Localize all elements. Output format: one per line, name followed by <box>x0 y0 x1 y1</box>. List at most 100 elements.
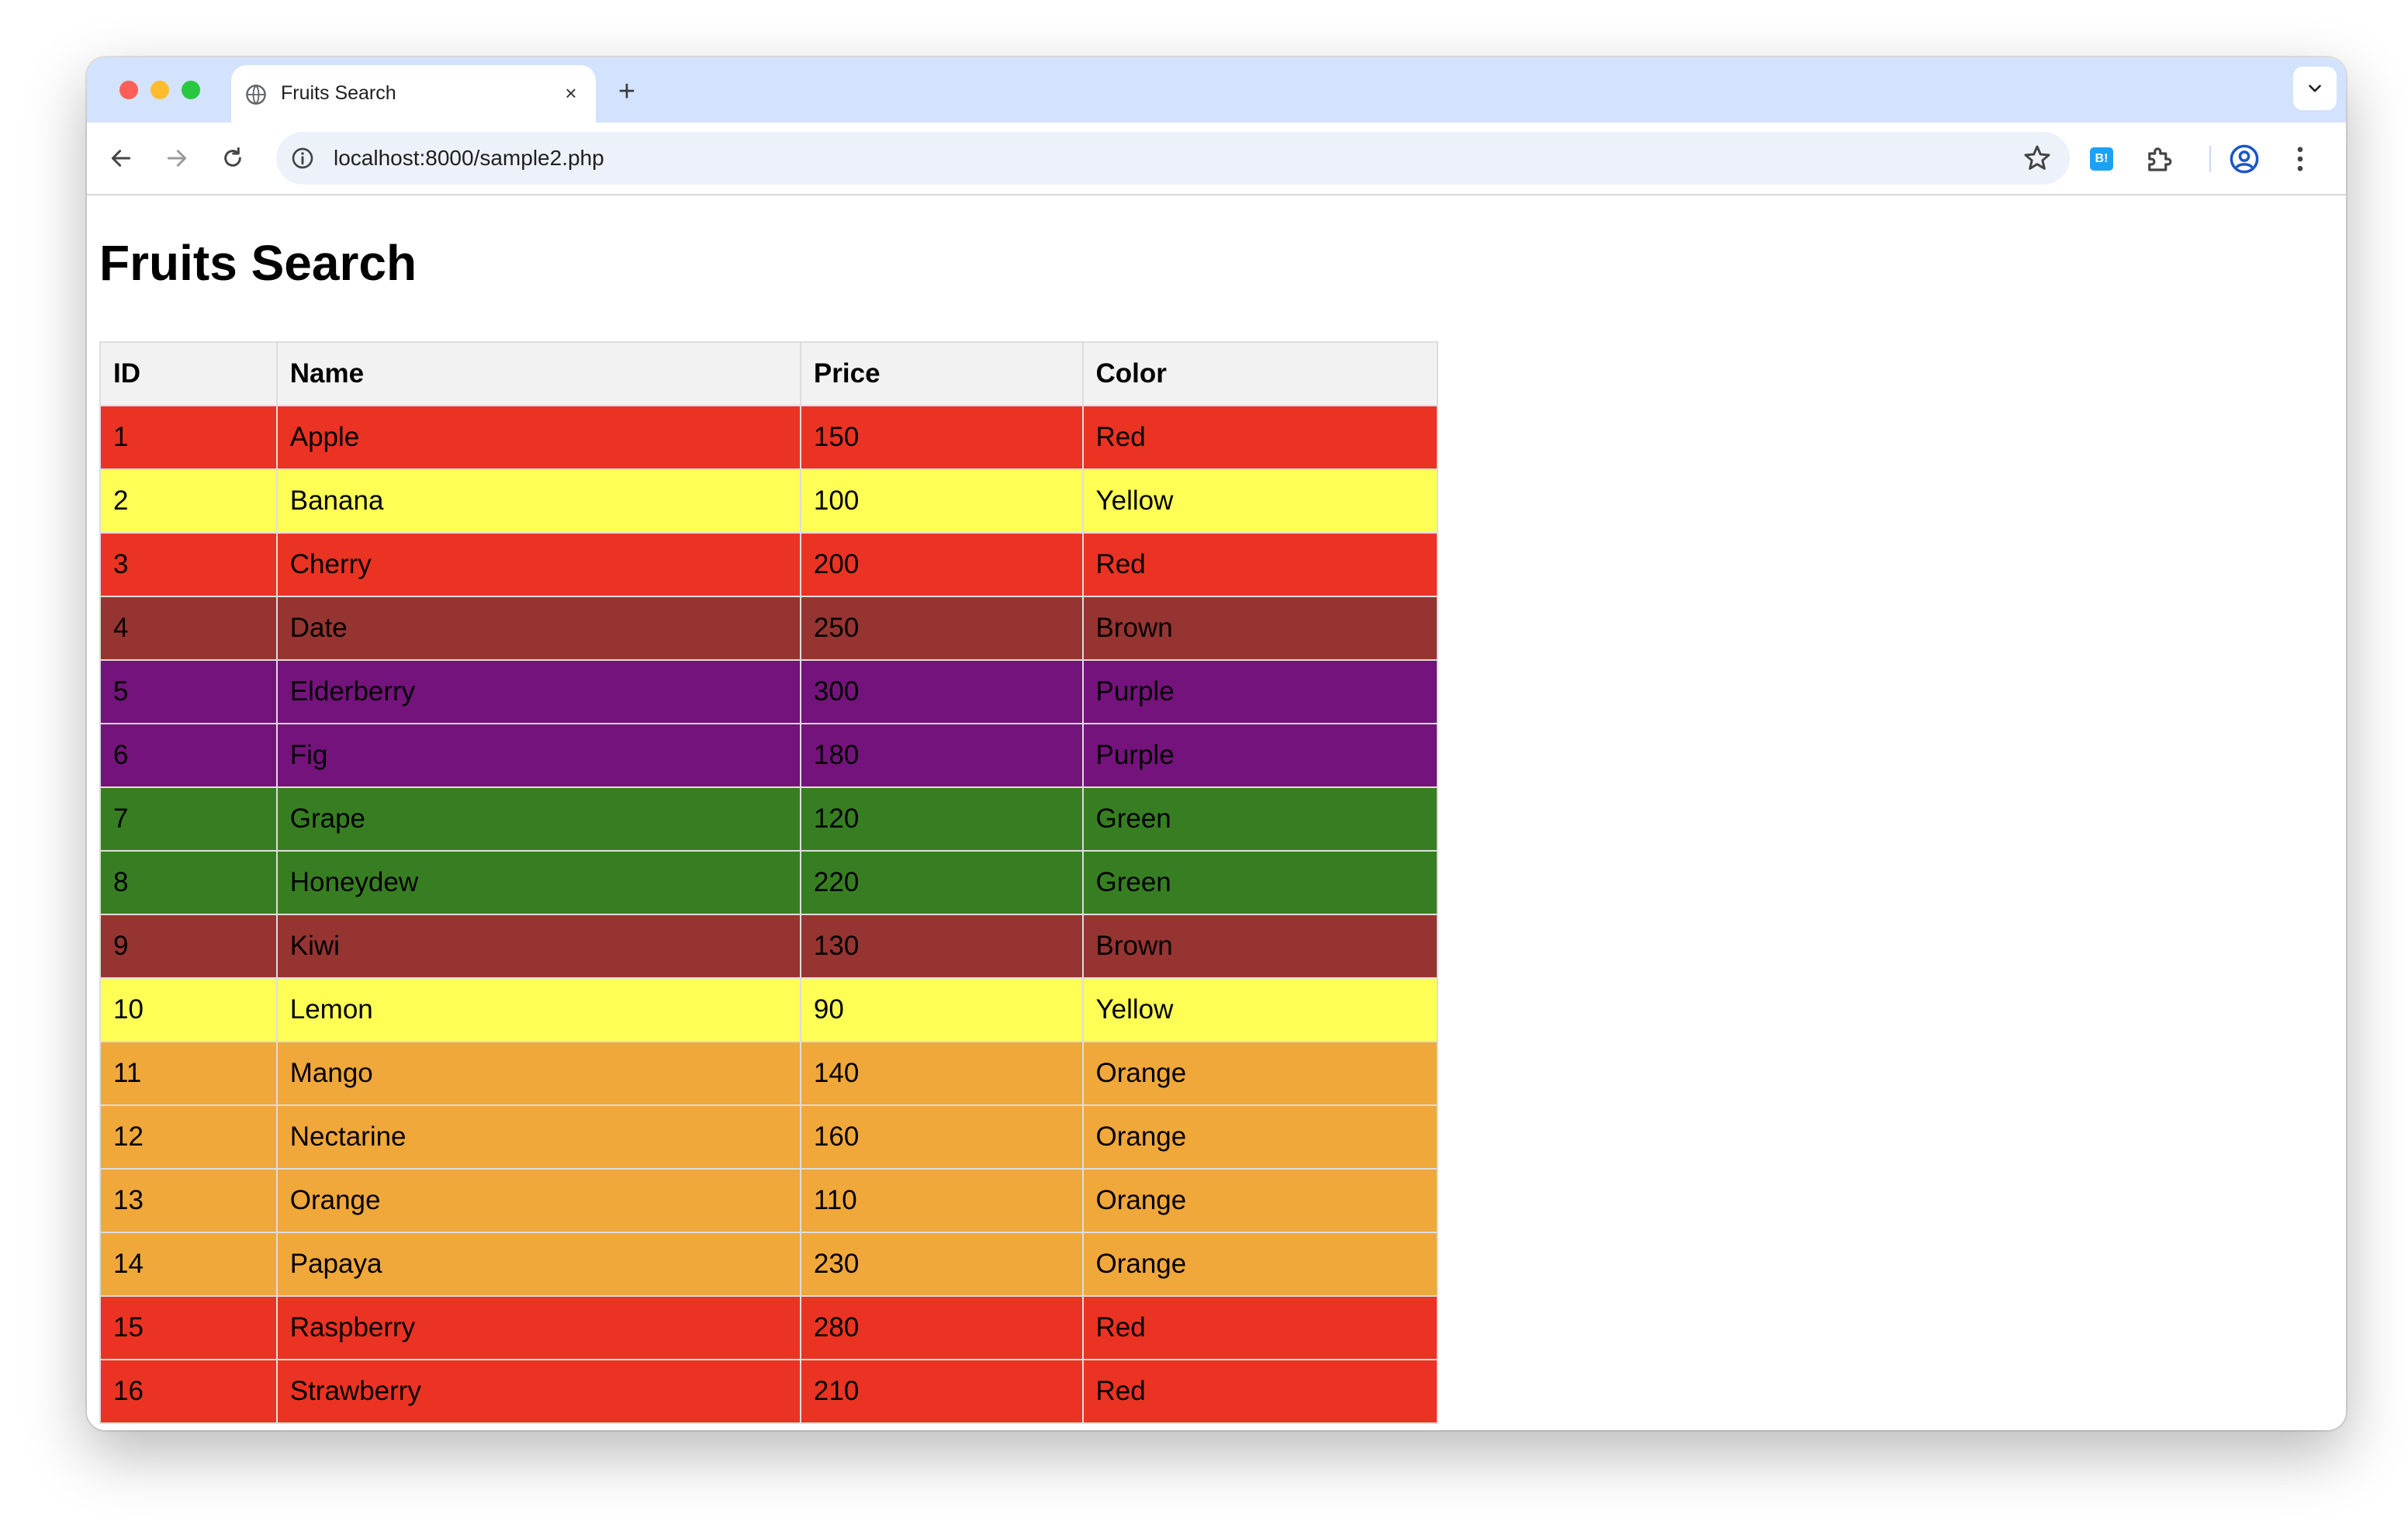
address-bar[interactable]: localhost:8000/sample2.php <box>276 132 2070 185</box>
arrow-left-icon <box>111 150 131 167</box>
page-content: Fruits Search ID Name Price Color 1 Apple… <box>87 195 2346 1430</box>
cell-name: Apple <box>275 405 801 470</box>
column-header-id: ID <box>99 341 278 406</box>
table-row: 8 Honeydew 220 Green <box>99 850 1438 915</box>
cell-price: 110 <box>799 1168 1084 1233</box>
tab-strip: Fruits Search × + <box>87 57 2346 123</box>
cell-price: 280 <box>799 1295 1084 1360</box>
table-row: 6 Fig 180 Purple <box>99 723 1438 788</box>
forward-button[interactable] <box>157 138 197 178</box>
cell-name: Lemon <box>275 977 801 1042</box>
arrow-right-icon <box>167 150 187 167</box>
cell-name: Elderberry <box>275 659 801 724</box>
site-info-icon[interactable] <box>290 146 315 171</box>
table-row: 2 Banana 100 Yellow <box>99 468 1438 534</box>
cell-color: Yellow <box>1081 977 1438 1042</box>
cell-price: 100 <box>799 468 1084 534</box>
window-maximize-button[interactable] <box>182 81 200 99</box>
cell-name: Raspberry <box>275 1295 801 1360</box>
cell-name: Honeydew <box>275 850 801 915</box>
cell-name: Kiwi <box>275 914 801 979</box>
cell-price: 180 <box>799 723 1084 788</box>
cell-id: 3 <box>99 532 278 597</box>
cell-id: 2 <box>99 468 278 534</box>
hatena-bookmark-extension-icon[interactable]: B! <box>2090 147 2113 171</box>
cell-color: Brown <box>1081 914 1438 979</box>
cell-color: Red <box>1081 532 1438 597</box>
profile-avatar-icon[interactable] <box>2228 143 2261 175</box>
reload-icon <box>224 147 241 167</box>
cell-price: 120 <box>799 786 1084 852</box>
page-title: Fruits Search <box>99 235 417 291</box>
cell-id: 14 <box>99 1232 278 1297</box>
tab-close-icon[interactable]: × <box>557 79 585 107</box>
window-close-button[interactable] <box>119 81 138 99</box>
browser-toolbar: localhost:8000/sample2.php B! <box>87 123 2346 195</box>
cell-color: Red <box>1081 1359 1438 1424</box>
cell-name: Orange <box>275 1168 801 1233</box>
cell-price: 220 <box>799 850 1084 915</box>
new-tab-button[interactable]: + <box>611 75 642 108</box>
cell-color: Yellow <box>1081 468 1438 534</box>
toolbar-divider <box>2209 146 2211 172</box>
window-minimize-button[interactable] <box>150 81 169 99</box>
cell-name: Papaya <box>275 1232 801 1297</box>
cell-price: 140 <box>799 1041 1084 1106</box>
cell-price: 150 <box>799 405 1084 470</box>
table-row: 3 Cherry 200 Red <box>99 532 1438 597</box>
url-text[interactable]: localhost:8000/sample2.php <box>334 146 604 171</box>
cell-name: Cherry <box>275 532 801 597</box>
more-menu-icon[interactable] <box>2284 143 2316 175</box>
cell-color: Orange <box>1081 1041 1438 1106</box>
cell-id: 10 <box>99 977 278 1042</box>
cell-price: 250 <box>799 596 1084 661</box>
table-row: 5 Elderberry 300 Purple <box>99 659 1438 724</box>
chevron-down-icon <box>2309 85 2321 92</box>
tab-fruits-search[interactable]: Fruits Search × <box>231 65 596 123</box>
column-header-price: Price <box>799 341 1084 406</box>
tab-title: Fruits Search <box>281 82 396 104</box>
column-header-name: Name <box>275 341 801 406</box>
cell-id: 16 <box>99 1359 278 1424</box>
cell-color: Orange <box>1081 1168 1438 1233</box>
cell-id: 9 <box>99 914 278 979</box>
cell-color: Purple <box>1081 659 1438 724</box>
table-row: 14 Papaya 230 Orange <box>99 1232 1438 1297</box>
cell-id: 12 <box>99 1104 278 1170</box>
cell-price: 200 <box>799 532 1084 597</box>
back-button[interactable] <box>101 138 141 178</box>
cell-id: 4 <box>99 596 278 661</box>
column-header-color: Color <box>1081 341 1438 406</box>
cell-name: Strawberry <box>275 1359 801 1424</box>
bookmark-star-icon[interactable] <box>2022 143 2053 174</box>
cell-price: 230 <box>799 1232 1084 1297</box>
cell-price: 300 <box>799 659 1084 724</box>
table-row: 7 Grape 120 Green <box>99 786 1438 852</box>
cell-color: Red <box>1081 1295 1438 1360</box>
cell-price: 90 <box>799 977 1084 1042</box>
table-row: 9 Kiwi 130 Brown <box>99 914 1438 979</box>
table-body: 1 Apple 150 Red 2 Banana 100 Yellow 3 Cherry 200 Re… <box>99 405 1438 1424</box>
cell-color: Purple <box>1081 723 1438 788</box>
cell-color: Orange <box>1081 1104 1438 1170</box>
cell-name: Mango <box>275 1041 801 1106</box>
cell-name: Date <box>275 596 801 661</box>
table-row: 12 Nectarine 160 Orange <box>99 1104 1438 1170</box>
table-row: 4 Date 250 Brown <box>99 596 1438 661</box>
table-row: 15 Raspberry 280 Red <box>99 1295 1438 1360</box>
cell-id: 5 <box>99 659 278 724</box>
cell-color: Green <box>1081 850 1438 915</box>
table-header-row: ID Name Price Color <box>99 341 1438 406</box>
tab-search-button[interactable] <box>2293 67 2337 110</box>
extensions-puzzle-icon[interactable] <box>2143 143 2175 175</box>
cell-id: 6 <box>99 723 278 788</box>
reload-button[interactable] <box>213 138 253 178</box>
cell-color: Orange <box>1081 1232 1438 1297</box>
table-row: 13 Orange 110 Orange <box>99 1168 1438 1233</box>
cell-id: 8 <box>99 850 278 915</box>
cell-id: 13 <box>99 1168 278 1233</box>
cell-color: Brown <box>1081 596 1438 661</box>
cell-id: 7 <box>99 786 278 852</box>
cell-price: 210 <box>799 1359 1084 1424</box>
globe-icon <box>246 85 266 105</box>
